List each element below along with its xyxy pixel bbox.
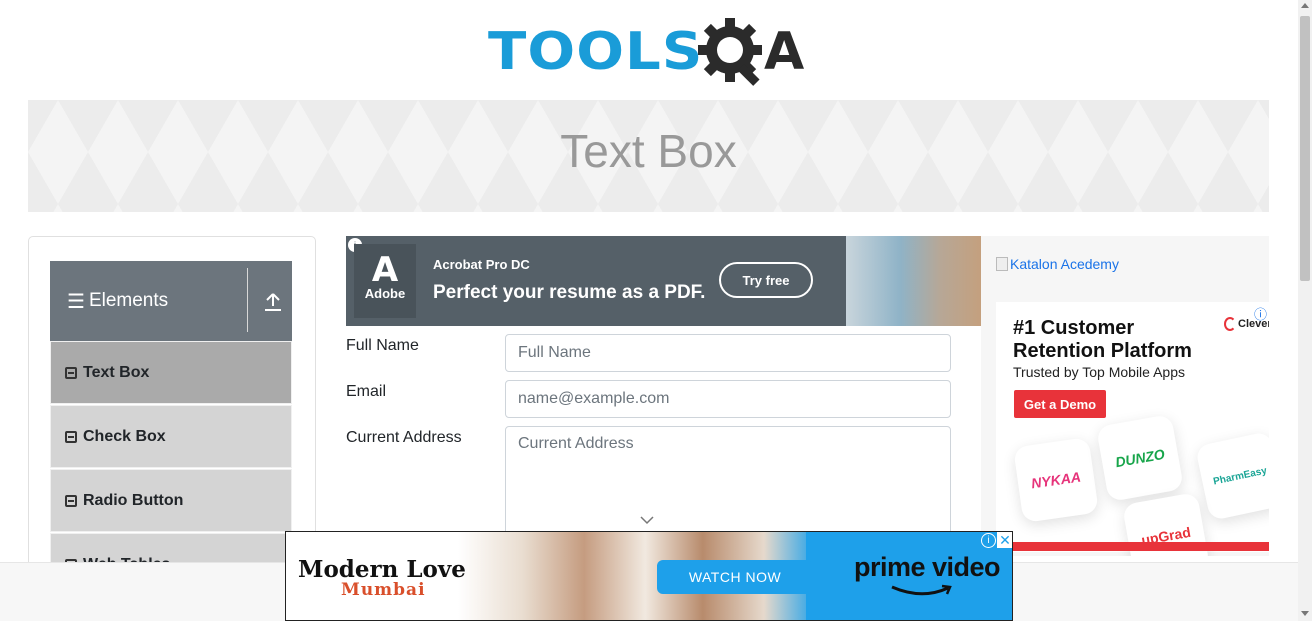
sidebar-item-text-box[interactable]: Text Box	[50, 341, 292, 404]
adobe-ad-banner[interactable]: i A Adobe Acrobat Pro DC Perfect your re…	[346, 236, 981, 326]
adobe-a-icon: A	[371, 250, 399, 290]
katalon-alt-text: Katalon Acedemy	[1010, 256, 1119, 272]
sidebar-item-label: Text Box	[83, 363, 150, 381]
page-scrollbar[interactable]	[1298, 0, 1312, 621]
ad-info-icon[interactable]: i	[981, 533, 996, 548]
scroll-down-arrow-icon[interactable]	[1301, 611, 1309, 616]
dunzo-tile: DUNZO	[1095, 413, 1185, 503]
adobe-brand: Adobe	[364, 286, 406, 301]
clevertap-icon	[1224, 317, 1236, 331]
ad-subline: Trusted by Top Mobile Apps	[1013, 364, 1185, 380]
adobe-logo: A Adobe	[354, 244, 416, 318]
ad-close-icon[interactable]: ✕	[997, 532, 1012, 548]
get-a-demo-button[interactable]: Get a Demo	[1014, 390, 1106, 418]
ad-tagline: Perfect your resume as a PDF.	[433, 282, 706, 303]
try-free-button[interactable]: Try free	[719, 262, 813, 298]
scroll-up-arrow-icon[interactable]	[1301, 3, 1309, 8]
email-input[interactable]	[505, 380, 951, 418]
toolsqa-logo[interactable]: TOOLS A	[488, 14, 818, 90]
sidebar-group-title: Elements	[88, 290, 169, 311]
sidebar-item-label: Check Box	[83, 427, 166, 445]
logo-text-a: A	[764, 22, 805, 82]
clevertap-ad[interactable]: #1 Customer Retention Platform Trusted b…	[996, 302, 1269, 556]
page-banner: Text Box	[28, 100, 1269, 212]
prime-video-ad[interactable]: Modern Love Mumbai WATCH NOW prime video…	[285, 531, 1013, 621]
html-icon	[65, 366, 77, 379]
sidebar-item-radio-button[interactable]: Radio Button	[50, 469, 292, 532]
page-title: Text Box	[560, 125, 737, 177]
watch-now-button[interactable]: WATCH NOW	[657, 560, 813, 594]
right-ad-column: Katalon Acedemy #1 Customer Retention Pl…	[981, 236, 1269, 556]
html-icon	[65, 494, 77, 507]
ad-accent-bar	[996, 542, 1269, 551]
html-icon	[65, 430, 77, 443]
sidebar-item-label: Radio Button	[83, 491, 184, 509]
gear-magnifier-icon	[698, 18, 762, 86]
scrollbar-thumb[interactable]	[1300, 16, 1310, 281]
email-label: Email	[346, 383, 387, 400]
broken-image-icon	[996, 257, 1008, 271]
ad-product: Acrobat Pro DC	[433, 257, 530, 272]
ad-headline: #1 Customer Retention Platform	[1013, 317, 1192, 362]
ad-show-subtitle: Mumbai	[341, 580, 426, 600]
full-name-label: Full Name	[346, 337, 419, 354]
logo-text: TOOLS	[488, 22, 704, 82]
ad-photo	[846, 236, 981, 326]
ad-info-icon[interactable]: ⓘ	[1254, 304, 1267, 323]
sidebar-group-elements[interactable]: ☰ Elements	[50, 261, 292, 341]
amazon-smile-icon	[891, 584, 952, 596]
pharmeasy-tile: PharmEasy	[1194, 430, 1269, 522]
full-name-input[interactable]	[505, 334, 951, 372]
sidebar-item-check-box[interactable]: Check Box	[50, 405, 292, 468]
current-address-label: Current Address	[346, 429, 462, 446]
hamburger-icon: ☰	[67, 290, 85, 313]
katalon-ad-link[interactable]: Katalon Acedemy	[996, 256, 1119, 272]
nykaa-tile: NYKAA	[1013, 437, 1099, 523]
collapse-upload-icon[interactable]	[262, 291, 284, 313]
prime-video-logo: prime video	[854, 552, 1001, 582]
sidebar: ☰ Elements Text Box Check Box Radio Butt…	[28, 236, 316, 576]
divider	[247, 268, 248, 332]
ad-show-title: Modern Love	[298, 556, 466, 583]
current-address-textarea[interactable]	[505, 426, 951, 546]
chevron-down-icon	[640, 516, 654, 525]
